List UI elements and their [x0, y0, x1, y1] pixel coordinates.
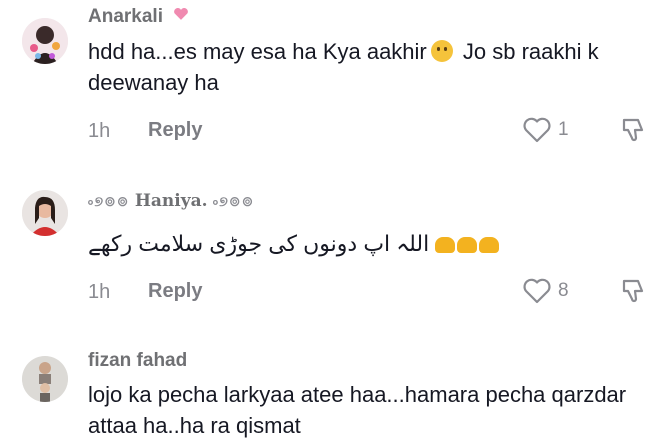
comment-time: 1h	[88, 120, 111, 142]
folded-hands-emoji	[435, 237, 500, 253]
dislike-button[interactable]	[620, 116, 648, 149]
thinking-face-emoji	[430, 40, 453, 62]
avatar[interactable]	[22, 356, 68, 402]
comment-username[interactable]: fizan fahad	[88, 350, 187, 372]
comment-text: lojo ka pecha larkyaa atee haa...hamara …	[88, 382, 627, 438]
reply-button[interactable]: Reply	[148, 280, 202, 303]
comment-text: hdd ha...es may esa ha Kya aakhir Jo sb …	[88, 39, 599, 95]
thumbs-down-outline-icon	[622, 118, 644, 142]
like-count: 1	[558, 119, 569, 140]
avatar[interactable]	[22, 190, 68, 236]
username-text[interactable]: Haniya.	[135, 191, 208, 211]
comment-time: 1h	[88, 281, 111, 303]
like-count: 8	[558, 280, 569, 301]
avatar[interactable]	[22, 18, 68, 64]
comment-text: اللہ اپ دونوں کی جوڑی سلامت رکھے	[88, 228, 528, 259]
username-decoration: ৹୭⊚⊚	[88, 193, 130, 209]
like-button[interactable]: 1	[522, 116, 569, 144]
thumbs-down-outline-icon	[622, 279, 644, 303]
heart-outline-icon	[523, 117, 551, 143]
username-decoration: ৹୭⊚⊚	[212, 193, 255, 209]
heart-outline-icon	[523, 278, 551, 304]
pink-hearts-emoji	[174, 8, 189, 20]
like-button[interactable]: 8	[522, 277, 569, 305]
comment-username[interactable]: ৹୭⊚⊚ Haniya. ৹୭⊚⊚	[88, 190, 254, 214]
username-text[interactable]: Anarkali	[88, 6, 163, 27]
comment-username[interactable]: Anarkali	[88, 6, 190, 28]
dislike-button[interactable]	[620, 277, 648, 310]
reply-button[interactable]: Reply	[148, 119, 202, 142]
